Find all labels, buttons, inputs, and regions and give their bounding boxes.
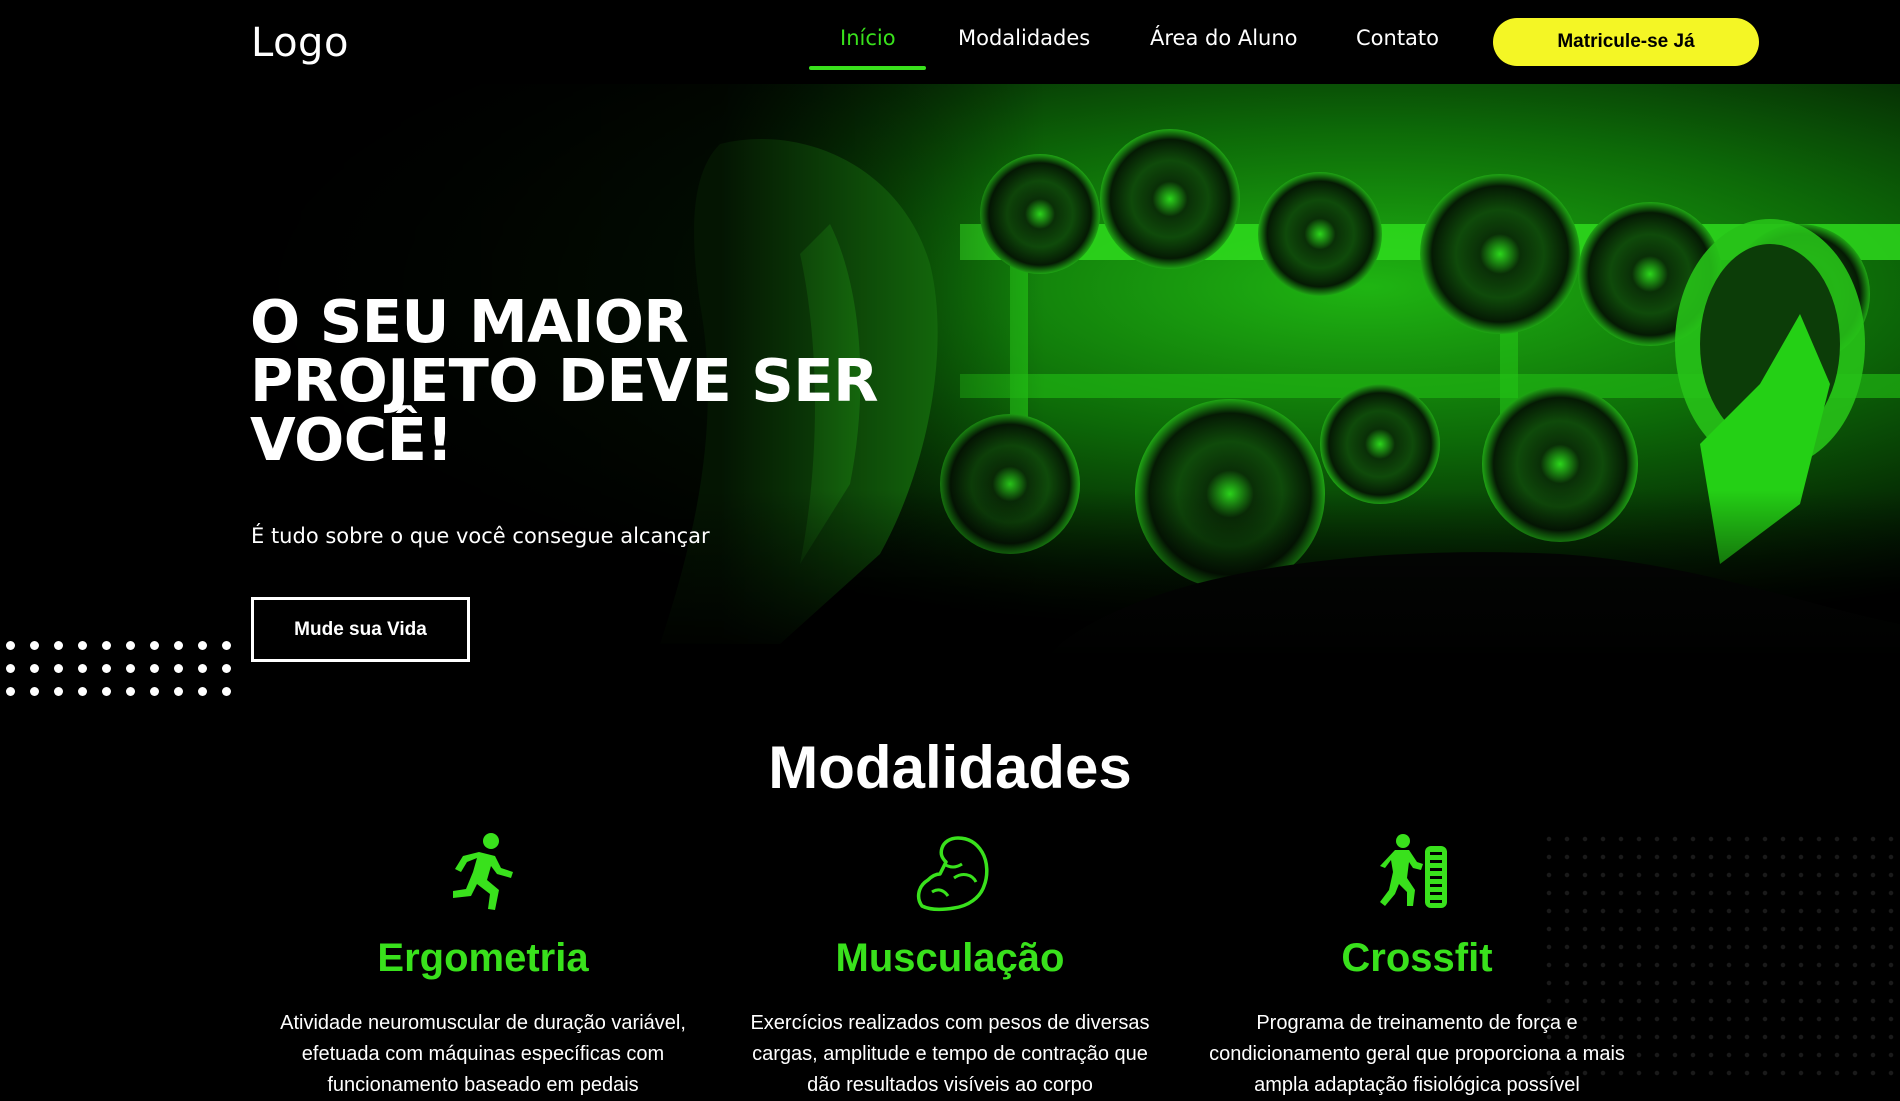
decorative-dot: [54, 687, 63, 696]
decorative-dot: [150, 641, 159, 650]
description-line: Programa de treinamento de força e: [1256, 1012, 1578, 1034]
decorative-dot: [78, 687, 87, 696]
description-line: cargas, amplitude e tempo de contração q…: [752, 1043, 1148, 1065]
decorative-dot: [78, 641, 87, 650]
decorative-dot: [30, 664, 39, 673]
flexed-arm-icon: [916, 836, 989, 912]
decorative-dot: [222, 687, 231, 696]
decorative-dot: [6, 641, 15, 650]
modalidade-card-musculacao[interactable]: Musculação Exercícios realizados com pes…: [730, 832, 1170, 1101]
modalidade-description: Programa de treinamento de força e condi…: [1197, 1008, 1637, 1101]
decorative-dot: [54, 641, 63, 650]
decorative-dot: [198, 687, 207, 696]
nav-item-area-do-aluno[interactable]: Área do Aluno: [1150, 26, 1298, 50]
decorative-dot: [150, 687, 159, 696]
running-person-icon: [453, 833, 513, 910]
hero-title-line: VOCÊ!: [250, 405, 453, 474]
modalidade-description: Exercícios realizados com pesos de diver…: [730, 1008, 1170, 1101]
hero-title-line: O SEU MAIOR: [250, 287, 689, 356]
decorative-dot: [30, 687, 39, 696]
decorative-dot: [174, 664, 183, 673]
decorative-dot: [222, 664, 231, 673]
modalidades-title: Modalidades: [768, 734, 1132, 801]
decorative-dot: [174, 641, 183, 650]
hero-section: O SEU MAIOR PROJETO DEVE SER VOCÊ! É tud…: [0, 84, 1900, 664]
modalidade-name: Musculação: [835, 936, 1065, 980]
decorative-dot: [222, 641, 231, 650]
nav-item-modalidades[interactable]: Modalidades: [958, 26, 1090, 50]
change-your-life-button[interactable]: Mude sua Vida: [251, 597, 470, 662]
hero-title-line: PROJETO DEVE SER: [250, 346, 879, 415]
nav-item-contato[interactable]: Contato: [1356, 26, 1439, 50]
decorative-dot: [102, 641, 111, 650]
description-line: funcionamento baseado em pedais: [327, 1074, 639, 1096]
nav-item-inicio[interactable]: Início: [840, 26, 896, 50]
decorative-dot: [30, 641, 39, 650]
hero-subtitle: É tudo sobre o que você consegue alcança…: [251, 524, 710, 548]
modalidade-name: Crossfit: [1341, 936, 1493, 980]
site-header: Logo Início Modalidades Área do Aluno Co…: [0, 0, 1900, 84]
decorative-dot: [126, 687, 135, 696]
active-nav-indicator: [809, 66, 926, 70]
decorative-dot: [102, 664, 111, 673]
modalidade-description: Atividade neuromuscular de duração variá…: [263, 1008, 703, 1101]
modalidade-card-ergometria[interactable]: Ergometria Atividade neuromuscular de du…: [263, 832, 703, 1101]
modalidade-name: Ergometria: [377, 936, 589, 980]
description-line: Exercícios realizados com pesos de diver…: [750, 1012, 1150, 1034]
description-line: dão resultados visíveis ao corpo: [807, 1074, 1093, 1096]
decorative-dot: [198, 664, 207, 673]
decorative-dot: [6, 664, 15, 673]
decorative-dot: [6, 687, 15, 696]
enroll-button[interactable]: Matricule-se Já: [1493, 18, 1759, 66]
modalidade-card-crossfit[interactable]: Crossfit Programa de treinamento de forç…: [1197, 832, 1637, 1101]
decorative-dot: [54, 664, 63, 673]
decorative-dot: [174, 687, 183, 696]
logo[interactable]: Logo: [251, 20, 349, 66]
decorative-dots-pattern: [6, 641, 238, 696]
decorative-dot: [126, 664, 135, 673]
description-line: condicionamento geral que proporciona a …: [1209, 1043, 1625, 1065]
decorative-dot: [126, 641, 135, 650]
decorative-dot: [78, 664, 87, 673]
decorative-dot: [102, 687, 111, 696]
description-line: ampla adaptação fisiológica possível: [1254, 1074, 1580, 1096]
decorative-dot: [150, 664, 159, 673]
tire-flip-icon: [1380, 834, 1447, 908]
description-line: Atividade neuromuscular de duração variá…: [280, 1012, 686, 1034]
hero-title: O SEU MAIOR PROJETO DEVE SER VOCÊ!: [250, 292, 930, 469]
decorative-dot: [198, 641, 207, 650]
description-line: efetuada com máquinas específicas com: [301, 1043, 665, 1065]
